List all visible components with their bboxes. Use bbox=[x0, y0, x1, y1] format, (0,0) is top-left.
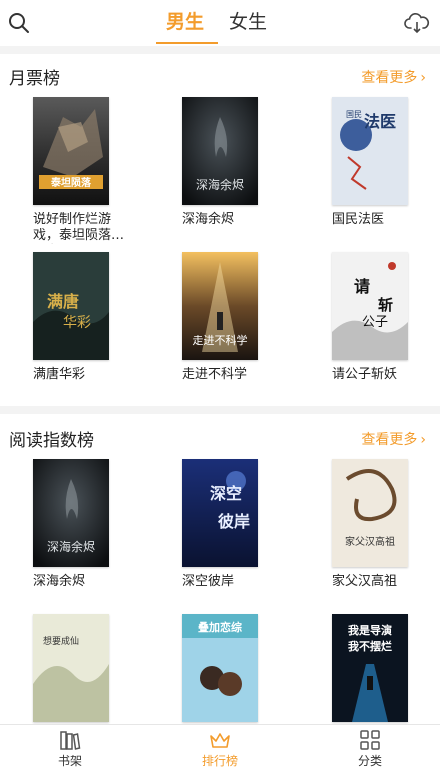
book-title: 深海余烬 bbox=[182, 212, 235, 227]
svg-text:请: 请 bbox=[354, 277, 370, 296]
see-more-label: 查看更多 bbox=[361, 432, 418, 448]
book-card[interactable]: 叠加恋综 bbox=[182, 614, 282, 724]
book-cover: 叠加恋综 bbox=[182, 614, 258, 722]
book-card[interactable]: 泰坦陨落 说好制作烂游戏，泰坦陨落什么鬼 bbox=[33, 97, 133, 247]
chevron-right-icon: › bbox=[420, 432, 426, 448]
book-cover: 请 斩 公子 bbox=[332, 252, 408, 360]
book-card[interactable]: 满唐 华彩 满唐华彩 bbox=[33, 252, 133, 382]
book-card[interactable]: 法医 国民 国民法医 bbox=[332, 97, 432, 227]
section-divider bbox=[0, 46, 440, 54]
book-cover: 想要成仙 bbox=[33, 614, 109, 722]
svg-text:走进不科学: 走进不科学 bbox=[193, 333, 248, 347]
see-more-link[interactable]: 查看更多 › bbox=[361, 429, 426, 449]
book-cover: 法医 国民 bbox=[332, 97, 408, 205]
book-title: 深海余烬 bbox=[33, 574, 86, 589]
crown-icon bbox=[210, 733, 230, 748]
search-icon[interactable] bbox=[4, 8, 34, 38]
book-title: 请公子斩妖 bbox=[332, 367, 398, 382]
book-card[interactable]: 我是导演 我不摆烂 bbox=[332, 614, 432, 724]
book-title: 国民法医 bbox=[332, 212, 385, 227]
svg-text:公子: 公子 bbox=[362, 315, 388, 330]
svg-text:法医: 法医 bbox=[364, 112, 396, 131]
section-title: 阅读指数榜 bbox=[9, 431, 94, 451]
svg-text:泰坦陨落: 泰坦陨落 bbox=[50, 176, 92, 189]
top-bar: 男生 女生 bbox=[0, 0, 440, 46]
book-cover: 家父汉高祖 bbox=[332, 459, 408, 567]
book-cover: 深海余烬 bbox=[182, 97, 258, 205]
nav-label: 书架 bbox=[57, 754, 82, 768]
book-card[interactable]: 想要成仙 bbox=[33, 614, 133, 724]
book-cover: 深空 彼岸 bbox=[182, 459, 258, 567]
book-card[interactable]: 请 斩 公子 请公子斩妖 bbox=[332, 252, 432, 382]
book-card[interactable]: 家父汉高祖 家父汉高祖 bbox=[332, 459, 432, 589]
book-title: 满唐华彩 bbox=[33, 367, 86, 382]
book-title: 深空彼岸 bbox=[182, 574, 235, 589]
svg-text:叠加恋综: 叠加恋综 bbox=[198, 620, 242, 634]
nav-bookshelf[interactable]: 书架 bbox=[30, 729, 110, 769]
nav-label: 分类 bbox=[357, 754, 382, 768]
svg-text:国民: 国民 bbox=[346, 110, 362, 119]
book-cover: 我是导演 我不摆烂 bbox=[332, 614, 408, 722]
book-card[interactable]: 深空 彼岸 深空彼岸 bbox=[182, 459, 282, 589]
nav-category[interactable]: 分类 bbox=[330, 729, 410, 769]
svg-text:满唐: 满唐 bbox=[47, 292, 79, 311]
section-title: 月票榜 bbox=[9, 69, 60, 89]
svg-text:我不摆烂: 我不摆烂 bbox=[348, 639, 392, 653]
book-title: 说好制作烂游戏，泰坦陨落什么鬼 bbox=[33, 212, 125, 243]
book-title: 走进不科学 bbox=[182, 367, 248, 382]
svg-text:华彩: 华彩 bbox=[63, 315, 91, 331]
svg-text:我是导演: 我是导演 bbox=[348, 623, 392, 637]
book-card[interactable]: 深海余烬 深海余烬 bbox=[33, 459, 133, 589]
nav-ranking[interactable]: 排行榜 bbox=[180, 729, 260, 769]
book-card[interactable]: 走进不科学 走进不科学 bbox=[182, 252, 282, 382]
bookshelf-icon bbox=[60, 731, 81, 750]
svg-text:深海余烬: 深海余烬 bbox=[47, 539, 95, 554]
section-divider bbox=[0, 406, 440, 414]
nav-label: 排行榜 bbox=[201, 754, 238, 768]
book-cover: 深海余烬 bbox=[33, 459, 109, 567]
chevron-right-icon: › bbox=[420, 70, 426, 86]
book-title: 家父汉高祖 bbox=[332, 574, 398, 589]
see-more-label: 查看更多 bbox=[361, 70, 418, 86]
book-cover: 泰坦陨落 bbox=[33, 97, 109, 205]
grid-icon bbox=[360, 730, 380, 750]
svg-text:斩: 斩 bbox=[378, 296, 393, 314]
bottom-nav: 书架 排行榜 分类 bbox=[0, 724, 440, 776]
active-tab-indicator bbox=[156, 42, 218, 44]
book-cover: 走进不科学 bbox=[182, 252, 258, 360]
svg-text:深空: 深空 bbox=[210, 484, 242, 503]
svg-text:家父汉高祖: 家父汉高祖 bbox=[345, 535, 395, 548]
book-cover: 满唐 华彩 bbox=[33, 252, 109, 360]
see-more-link[interactable]: 查看更多 › bbox=[361, 67, 426, 87]
svg-text:想要成仙: 想要成仙 bbox=[43, 635, 79, 647]
book-card[interactable]: 深海余烬 深海余烬 bbox=[182, 97, 282, 227]
cloud-download-icon[interactable] bbox=[402, 8, 432, 38]
svg-text:彼岸: 彼岸 bbox=[218, 512, 250, 531]
tab-female[interactable]: 女生 bbox=[229, 8, 267, 36]
tab-male[interactable]: 男生 bbox=[166, 8, 204, 36]
svg-text:深海余烬: 深海余烬 bbox=[196, 177, 244, 192]
